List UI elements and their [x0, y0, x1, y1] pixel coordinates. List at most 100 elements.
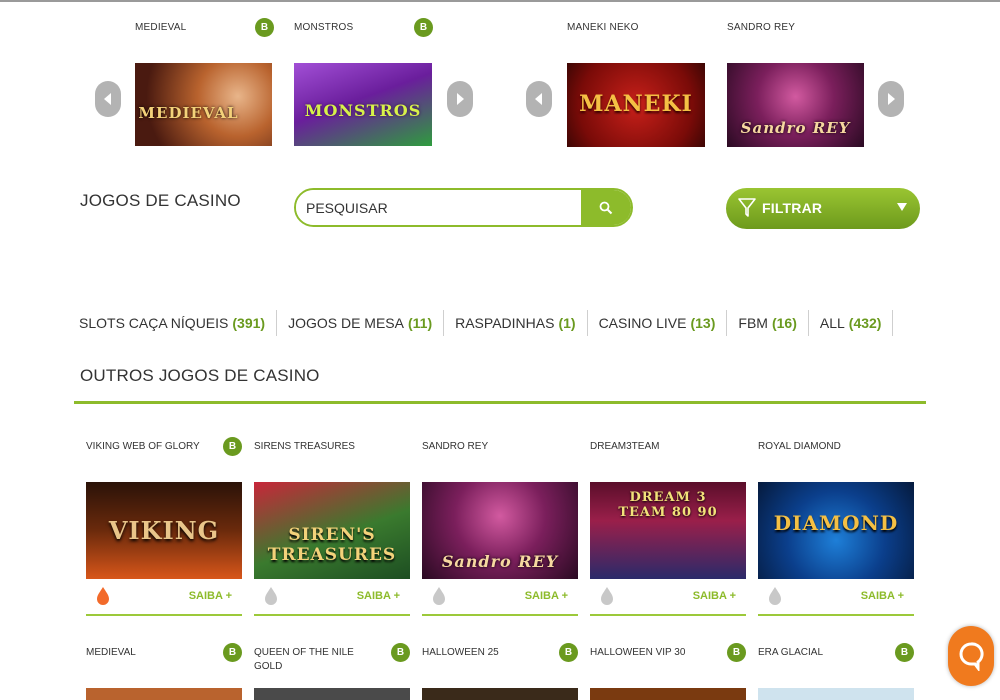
- caret-down-icon: [897, 203, 907, 211]
- game-card: QUEEN OF THE NILE GOLD B: [254, 643, 410, 700]
- carousel-prev-button[interactable]: [526, 81, 552, 117]
- tab-count: (1): [558, 315, 576, 331]
- game-thumbnail[interactable]: [422, 688, 578, 700]
- search-icon: [599, 201, 613, 214]
- chevron-left-icon: [535, 93, 542, 105]
- tab-label: FBM: [738, 315, 768, 331]
- game-thumbnail[interactable]: DREAM 3 TEAM 80 90: [590, 482, 746, 579]
- game-title: ROYAL DIAMOND: [758, 441, 841, 452]
- game-art-text: DREAM 3 TEAM 80 90: [618, 490, 718, 520]
- game-card: VIKING WEB OF GLORY B VIKING SAIBA +: [86, 437, 242, 620]
- game-title: SIRENS TREASURES: [254, 441, 355, 452]
- card-underline: [254, 614, 410, 616]
- carousel-item-title: SANDRO REY: [727, 22, 796, 33]
- game-art-text: Sandro REY: [740, 119, 851, 137]
- carousel-item-title: MANEKI NEKO: [567, 22, 639, 33]
- tab-jogos-de-mesa[interactable]: JOGOS DE MESA (11): [277, 310, 445, 336]
- game-thumbnail[interactable]: MANEKI: [567, 63, 705, 147]
- game-card: ROYAL DIAMOND DIAMOND SAIBA +: [758, 440, 914, 620]
- card-underline: [758, 614, 914, 616]
- bonus-badge: B: [223, 643, 242, 662]
- game-card: MEDIEVAL B: [86, 643, 242, 700]
- tab-count: (11): [407, 315, 433, 331]
- saiba-mais-link[interactable]: SAIBA +: [525, 590, 568, 602]
- card-footer: SAIBA +: [264, 584, 410, 608]
- game-art-text: MEDIEVAL: [138, 104, 239, 122]
- chevron-right-icon: [457, 93, 464, 105]
- game-card: DREAM3TEAM DREAM 3 TEAM 80 90 SAIBA +: [590, 440, 746, 620]
- drop-icon: [601, 587, 613, 605]
- funnel-icon: [738, 198, 756, 217]
- game-thumbnail[interactable]: [254, 688, 410, 700]
- saiba-mais-link[interactable]: SAIBA +: [693, 590, 736, 602]
- game-card: HALLOWEEN VIP 30 B: [590, 643, 746, 700]
- game-thumbnail[interactable]: [758, 688, 914, 700]
- game-thumbnail[interactable]: SIREN'S TREASURES: [254, 482, 410, 579]
- carousel-next-button[interactable]: [878, 81, 904, 117]
- flame-icon: [97, 587, 109, 605]
- card-footer: SAIBA +: [432, 584, 578, 608]
- search-input[interactable]: [296, 190, 583, 225]
- game-thumbnail[interactable]: Sandro REY: [422, 482, 578, 579]
- bonus-badge: B: [895, 643, 914, 662]
- tab-count: (391): [232, 315, 266, 331]
- game-thumbnail[interactable]: [590, 688, 746, 700]
- game-thumbnail[interactable]: MONSTROS: [294, 63, 432, 146]
- filter-button[interactable]: FILTRAR: [726, 188, 920, 229]
- saiba-mais-link[interactable]: SAIBA +: [189, 590, 232, 602]
- tab-casino-live[interactable]: CASINO LIVE (13): [588, 310, 728, 336]
- tab-label: ALL: [819, 315, 845, 331]
- chevron-left-icon: [104, 93, 111, 105]
- game-card: SANDRO REY Sandro REY SAIBA +: [422, 440, 578, 620]
- filter-label: FILTRAR: [762, 200, 823, 216]
- page-title: JOGOS DE CASINO: [80, 191, 241, 210]
- carousel-item-title: MEDIEVAL: [135, 22, 187, 33]
- game-thumbnail[interactable]: VIKING: [86, 482, 242, 579]
- game-art-text: MANEKI: [579, 91, 693, 117]
- game-title: SANDRO REY: [422, 441, 489, 452]
- game-title: MEDIEVAL: [86, 647, 136, 658]
- chat-button[interactable]: [948, 626, 994, 686]
- tab-count: (432): [848, 315, 882, 331]
- search-bar: [294, 188, 633, 227]
- carousel-item-title: MONSTROS: [294, 22, 354, 33]
- tab-label: SLOTS CAÇA NÍQUEIS: [79, 315, 229, 331]
- tab-label: RASPADINHAS: [455, 315, 555, 331]
- game-title: DREAM3TEAM: [590, 441, 660, 452]
- tab-slots[interactable]: SLOTS CAÇA NÍQUEIS (391): [79, 310, 278, 336]
- card-footer: SAIBA +: [96, 584, 242, 608]
- bonus-badge: B: [414, 18, 433, 37]
- game-title: HALLOWEEN 25: [422, 647, 499, 658]
- bonus-badge: B: [255, 18, 274, 37]
- tab-count: (16): [771, 315, 797, 331]
- tab-raspadinhas[interactable]: RASPADINHAS (1): [444, 310, 588, 336]
- search-button[interactable]: [581, 190, 631, 225]
- game-thumbnail[interactable]: DIAMOND: [758, 482, 914, 579]
- carousel-next-button[interactable]: [447, 81, 473, 117]
- card-underline: [86, 614, 242, 616]
- game-card: ERA GLACIAL B: [758, 643, 914, 700]
- section-divider: [74, 401, 926, 404]
- top-border: [0, 0, 1000, 2]
- game-thumbnail[interactable]: Sandro REY: [727, 63, 864, 147]
- saiba-mais-link[interactable]: SAIBA +: [357, 590, 400, 602]
- card-underline: [590, 614, 746, 616]
- bonus-badge: B: [727, 643, 746, 662]
- game-thumbnail[interactable]: [86, 688, 242, 700]
- chevron-right-icon: [888, 93, 895, 105]
- saiba-mais-link[interactable]: SAIBA +: [861, 590, 904, 602]
- tab-fbm[interactable]: FBM (16): [727, 310, 809, 336]
- game-art-text: VIKING: [108, 516, 220, 545]
- game-art-text: Sandro REY: [441, 552, 559, 571]
- card-footer: SAIBA +: [768, 584, 914, 608]
- game-thumbnail[interactable]: MEDIEVAL: [135, 63, 272, 146]
- carousel-prev-button[interactable]: [95, 81, 121, 117]
- category-tabs: SLOTS CAÇA NÍQUEIS (391) JOGOS DE MESA (11…: [79, 310, 894, 336]
- bonus-badge: B: [223, 437, 242, 456]
- chat-bubble-icon: [959, 642, 984, 671]
- game-title: VIKING WEB OF GLORY: [86, 441, 200, 452]
- tab-all[interactable]: ALL (432): [809, 310, 894, 336]
- bonus-badge: B: [559, 643, 578, 662]
- game-card: HALLOWEEN 25 B: [422, 643, 578, 700]
- game-title: QUEEN OF THE NILE GOLD: [254, 647, 354, 672]
